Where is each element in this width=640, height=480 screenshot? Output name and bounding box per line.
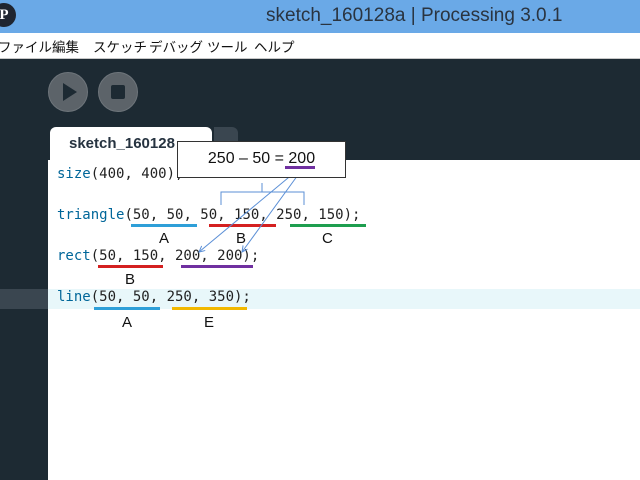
callout-text: 250 – 50 = 200	[207, 150, 316, 167]
bracket	[220, 191, 305, 205]
callout-box: 250 – 50 = 200	[177, 141, 346, 178]
arrow-to-height	[242, 167, 304, 252]
annotation-arrows	[0, 167, 305, 480]
underline-result	[285, 166, 315, 169]
arrow-to-width	[199, 167, 301, 252]
